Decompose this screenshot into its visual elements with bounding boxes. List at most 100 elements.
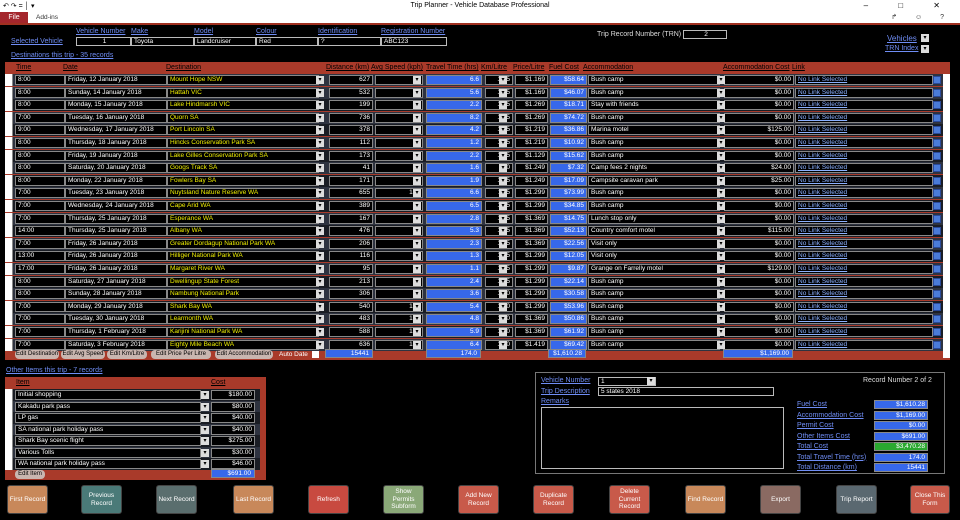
record-selector[interactable]	[5, 174, 13, 187]
chevron-down-icon[interactable]: ▾	[499, 189, 507, 198]
link-button[interactable]	[933, 189, 941, 198]
destination-row[interactable]: 7:00 Tuesday, 30 January 2018 Learmonth WA…	[5, 313, 950, 326]
chevron-down-icon[interactable]: ▾	[316, 126, 324, 135]
edit-accommodation-button[interactable]: Edit Accommodation	[215, 350, 273, 359]
chevron-down-icon[interactable]: ▾	[717, 113, 725, 122]
chevron-down-icon[interactable]: ▾	[717, 239, 725, 248]
export-button[interactable]: Export	[760, 485, 801, 514]
destination-cell-link[interactable]: No Link Selected	[795, 301, 933, 312]
destination-cell-date[interactable]: Wednesday, 17 January 2018	[65, 125, 167, 136]
destination-cell-accommodation[interactable]: Bush camp	[588, 138, 720, 148]
chevron-down-icon[interactable]: ▾	[717, 189, 725, 198]
destination-cell-travel-time[interactable]: 8.2	[426, 112, 482, 123]
destination-cell-price-litre[interactable]: $1.299	[515, 188, 548, 199]
destination-cell-distance[interactable]: 116	[329, 251, 373, 262]
chevron-down-icon[interactable]: ▾	[499, 176, 507, 185]
destination-cell-time[interactable]: 7:00	[15, 238, 65, 249]
trn-index-link[interactable]: TRN Index	[885, 45, 918, 52]
destination-cell-distance[interactable]: 736	[329, 112, 373, 123]
destination-cell-accommodation[interactable]: Lunch stop only	[588, 213, 720, 224]
record-selector[interactable]	[5, 412, 13, 424]
destination-cell-distance[interactable]: 532	[329, 87, 373, 98]
record-selector[interactable]	[5, 200, 13, 212]
destination-cell-destination[interactable]: Cape Arid WA	[167, 201, 319, 211]
destination-cell-price-litre[interactable]: $1.249	[515, 163, 548, 174]
destination-cell-fuel-cost[interactable]: $53.96	[550, 301, 587, 312]
destination-cell-accommodation-cost[interactable]: $0.00	[724, 150, 794, 161]
chevron-down-icon[interactable]: ▾	[413, 88, 421, 97]
destination-cell-distance[interactable]: 95	[329, 264, 373, 274]
record-selector[interactable]	[5, 86, 13, 99]
chevron-down-icon[interactable]: ▾	[201, 425, 209, 434]
destination-cell-destination[interactable]: Eighty Mile Beach WA	[167, 339, 319, 350]
record-selector[interactable]	[5, 288, 13, 301]
chevron-down-icon[interactable]: ▾	[499, 252, 507, 261]
destination-cell-accommodation[interactable]: Bush camp	[588, 276, 720, 287]
destination-cell-fuel-cost[interactable]: $50.86	[550, 314, 587, 325]
other-item-cost[interactable]: $180.00	[211, 390, 255, 400]
other-item-cost[interactable]: $46.00	[211, 459, 255, 469]
destination-cell-time[interactable]: 8:00	[15, 100, 65, 111]
destination-cell-accommodation[interactable]: Bush camp	[588, 339, 720, 350]
destination-row[interactable]: 8:00 Sunday, 14 January 2018 Hattah VIC 532…	[5, 86, 950, 99]
destination-cell-date[interactable]: Saturday, 27 January 2018	[65, 276, 167, 287]
destination-cell-accommodation-cost[interactable]: $0.00	[724, 238, 794, 249]
link-button[interactable]	[933, 139, 941, 147]
destination-cell-accommodation[interactable]: Grange on Farrelly motel	[588, 264, 720, 274]
destination-cell-destination[interactable]: Nambung National Park	[167, 289, 319, 300]
destination-cell-price-litre[interactable]: $1.249	[515, 175, 548, 186]
destination-cell-link[interactable]: No Link Selected	[795, 87, 933, 98]
destination-cell-link[interactable]: No Link Selected	[795, 75, 933, 85]
destination-cell-distance[interactable]: 389	[329, 201, 373, 211]
destination-cell-travel-time[interactable]: 5.9	[426, 327, 482, 337]
destination-row[interactable]: 8:00 Friday, 19 January 2018 Lake Gilles C…	[5, 149, 950, 162]
destination-cell-link[interactable]: No Link Selected	[795, 188, 933, 199]
chevron-down-icon[interactable]: ▾	[316, 315, 324, 324]
link-button[interactable]	[933, 265, 941, 273]
chevron-down-icon[interactable]: ▾	[413, 139, 421, 147]
chevron-down-icon[interactable]: ▾	[499, 88, 507, 97]
destination-cell-price-litre[interactable]: $1.219	[515, 125, 548, 136]
destination-cell-destination[interactable]: Hincks Conservation Park SA	[167, 138, 319, 148]
record-selector[interactable]	[5, 338, 13, 351]
other-item-row[interactable]: Shark Bay scenic flight ▾ $275.00	[5, 435, 260, 447]
destination-cell-travel-time[interactable]: 1.3	[426, 251, 482, 262]
destination-cell-time[interactable]: 9:00	[15, 125, 65, 136]
chevron-down-icon[interactable]: ▾	[499, 265, 507, 273]
destination-cell-time[interactable]: 14:00	[15, 226, 65, 237]
destination-cell-accommodation[interactable]: Bush camp	[588, 75, 720, 85]
destination-cell-link[interactable]: No Link Selected	[795, 100, 933, 111]
chevron-down-icon[interactable]: ▾	[316, 139, 324, 147]
next-record-button[interactable]: Next Record	[156, 485, 197, 514]
destination-cell-link[interactable]: No Link Selected	[795, 112, 933, 123]
destination-cell-accommodation-cost[interactable]: $0.00	[724, 87, 794, 98]
record-selector[interactable]	[5, 400, 13, 413]
chevron-down-icon[interactable]: ▾	[413, 76, 421, 84]
destination-cell-date[interactable]: Monday, 22 January 2018	[65, 175, 167, 186]
record-selector[interactable]	[5, 300, 13, 313]
chevron-down-icon[interactable]: ▾	[717, 328, 725, 336]
destination-cell-date[interactable]: Saturday, 3 February 2018	[65, 339, 167, 350]
destination-cell-time[interactable]: 8:00	[15, 289, 65, 300]
destination-cell-price-litre[interactable]: $1.169	[515, 75, 548, 85]
destination-cell-time[interactable]: 8:00	[15, 163, 65, 174]
chevron-down-icon[interactable]: ▾	[499, 139, 507, 147]
chevron-down-icon[interactable]: ▾	[717, 340, 725, 349]
chevron-down-icon[interactable]: ▾	[717, 88, 725, 97]
destination-cell-time[interactable]: 8:00	[15, 276, 65, 287]
chevron-down-icon[interactable]: ▾	[413, 328, 421, 336]
destination-cell-date[interactable]: Thursday, 25 January 2018	[65, 226, 167, 237]
other-item-name[interactable]: Kakadu park pass	[15, 401, 201, 412]
destination-cell-fuel-cost[interactable]: $10.92	[550, 138, 587, 148]
other-item-name[interactable]: Various Tolls	[15, 447, 201, 458]
destination-cell-time[interactable]: 8:00	[15, 175, 65, 186]
destination-cell-date[interactable]: Tuesday, 16 January 2018	[65, 112, 167, 123]
chevron-down-icon[interactable]: ▾	[413, 277, 421, 286]
destination-cell-time[interactable]: 8:00	[15, 87, 65, 98]
record-selector[interactable]	[5, 435, 13, 447]
destination-cell-date[interactable]: Tuesday, 23 January 2018	[65, 188, 167, 199]
chevron-down-icon[interactable]: ▾	[316, 302, 324, 311]
destination-cell-price-litre[interactable]: $1.269	[515, 112, 548, 123]
destination-cell-price-litre[interactable]: $1.369	[515, 238, 548, 249]
chevron-down-icon[interactable]: ▾	[499, 340, 507, 349]
